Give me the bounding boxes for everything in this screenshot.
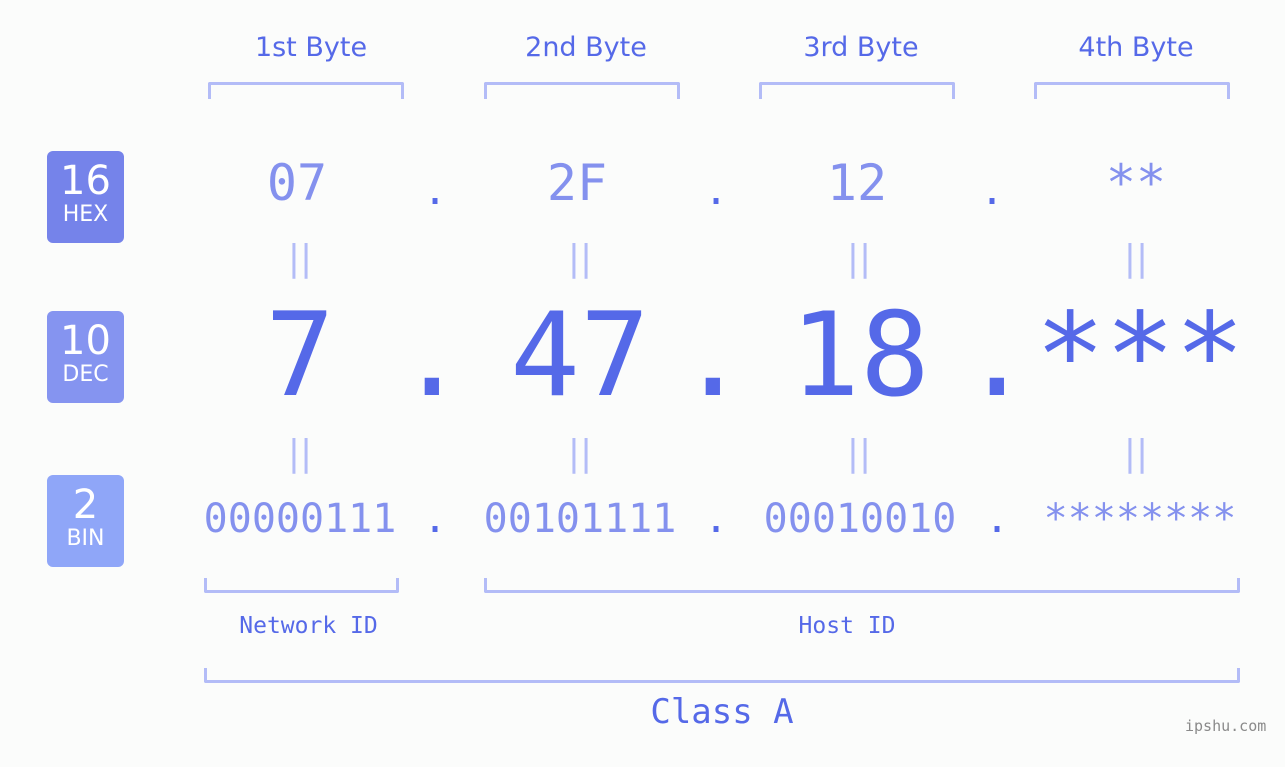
equals-sign: || (846, 433, 872, 474)
equals-sign: || (287, 238, 313, 279)
byte-bracket-2 (484, 82, 680, 99)
hex-badge: 16 HEX (47, 151, 124, 243)
host-id-bracket (484, 578, 1240, 593)
equals-sign: || (1123, 238, 1149, 279)
class-bracket (204, 668, 1240, 683)
dec-separator-3: . (962, 288, 1032, 423)
byte-header-3: 3rd Byte (803, 32, 919, 63)
hex-base-label: HEX (62, 202, 109, 227)
equals-sign: || (1123, 433, 1149, 474)
hex-base-number: 16 (60, 158, 111, 204)
host-id-label: Host ID (798, 613, 896, 639)
bin-byte-1: 00000111 (203, 496, 397, 542)
bin-base-number: 2 (72, 482, 99, 528)
byte-header-1: 1st Byte (254, 32, 368, 63)
bin-separator-2: . (704, 496, 729, 542)
byte-bracket-1 (208, 82, 404, 99)
hex-byte-4: ** (1105, 154, 1167, 212)
network-id-bracket (204, 578, 399, 593)
bin-byte-4: ******** (1043, 496, 1237, 542)
equals-sign: || (567, 433, 593, 474)
bin-separator-1: . (423, 496, 448, 542)
equals-sign: || (846, 238, 872, 279)
byte-header-4: 4th Byte (1078, 32, 1194, 63)
hex-separator-3: . (980, 168, 1005, 214)
hex-byte-2: 2F (546, 154, 608, 212)
byte-bracket-3 (759, 82, 955, 99)
byte-header-2: 2nd Byte (525, 32, 647, 63)
dec-separator-2: . (678, 288, 748, 423)
dec-byte-1: 7 (265, 288, 335, 423)
bin-base-label: BIN (66, 526, 105, 551)
hex-byte-3: 12 (826, 154, 888, 212)
equals-sign: || (567, 238, 593, 279)
dec-byte-3: 18 (790, 288, 930, 423)
hex-separator-1: . (423, 168, 448, 214)
dec-base-number: 10 (60, 318, 111, 364)
hex-byte-1: 07 (266, 154, 328, 212)
dec-separator-1: . (397, 288, 467, 423)
bin-byte-2: 00101111 (483, 496, 677, 542)
dec-byte-4: *** (1035, 288, 1245, 423)
class-label: Class A (650, 692, 794, 732)
dec-base-label: DEC (62, 362, 109, 387)
hex-separator-2: . (704, 168, 729, 214)
network-id-label: Network ID (239, 613, 378, 639)
dec-byte-2: 47 (510, 288, 650, 423)
bin-separator-3: . (985, 496, 1010, 542)
bin-byte-3: 00010010 (763, 496, 957, 542)
byte-bracket-4 (1034, 82, 1230, 99)
dec-badge: 10 DEC (47, 311, 124, 403)
equals-sign: || (287, 433, 313, 474)
bin-badge: 2 BIN (47, 475, 124, 567)
watermark: ipshu.com (1185, 717, 1267, 735)
